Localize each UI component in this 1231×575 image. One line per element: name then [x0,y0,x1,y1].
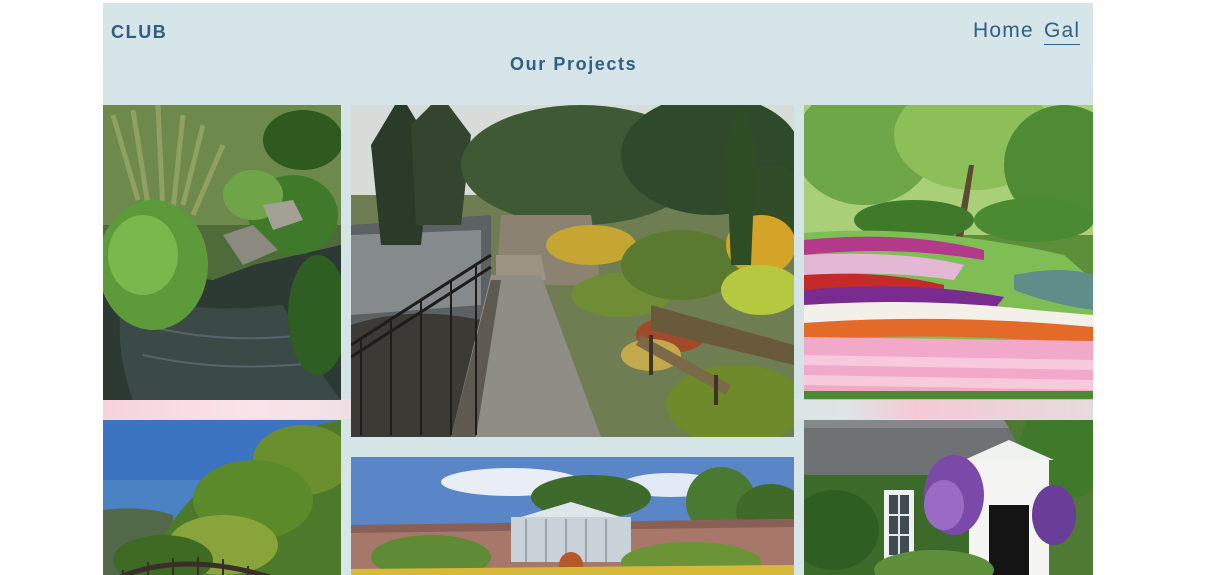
cottage-with-clematis-image [804,420,1093,575]
wooded-hillside-arch-image [103,420,341,575]
main-nav: Home Gal [973,19,1093,49]
wooded-hillside-arch-photo[interactable] [103,420,341,575]
nav-gallery-link[interactable]: Gal [1044,19,1081,45]
stream-garden-image [103,105,341,400]
stream-garden-photo[interactable] [103,105,341,400]
page-title: Our Projects [510,54,638,74]
walled-garden-glasshouse-photo[interactable] [351,457,794,575]
rock-garden-path-image [351,105,794,437]
cottage-with-clematis-photo[interactable] [804,420,1093,575]
walled-garden-glasshouse-image [351,457,794,575]
site-header: CLUB Our Projects Home Gal [103,3,1093,105]
nav-home-link[interactable]: Home [973,19,1034,43]
tulip-beds-photo[interactable] [804,105,1093,400]
rock-garden-path-photo[interactable] [351,105,794,437]
site-brand[interactable]: CLUB [111,22,167,43]
site-frame: CLUB Our Projects Home Gal [103,3,1093,575]
tulip-beds-image [804,105,1093,400]
